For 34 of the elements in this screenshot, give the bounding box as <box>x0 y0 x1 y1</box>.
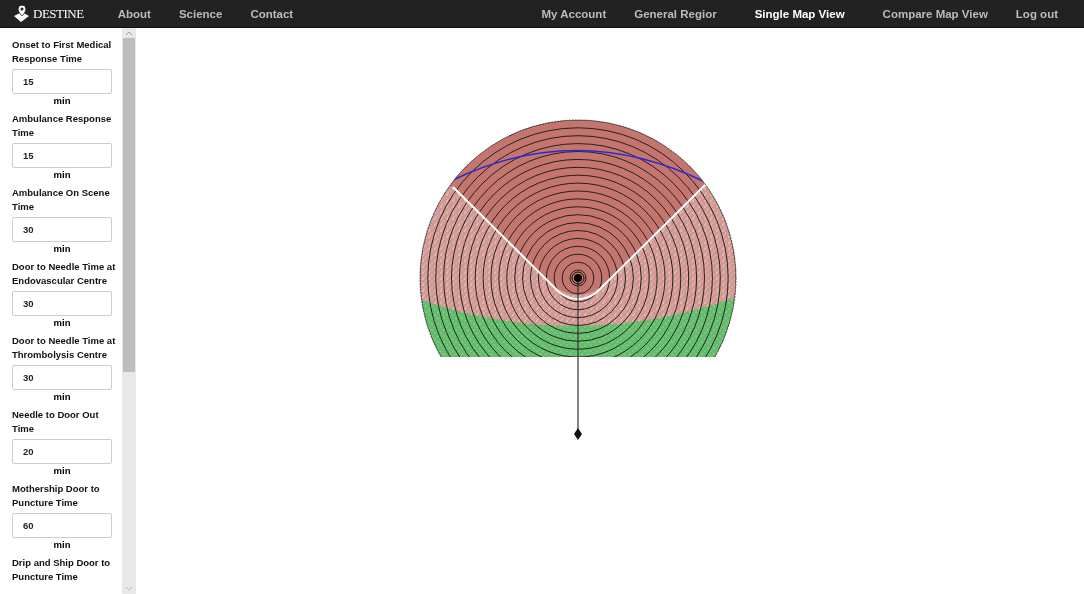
input-field[interactable]: 30 <box>12 365 112 390</box>
unit-label: min <box>52 168 72 182</box>
input-field[interactable]: 60 <box>12 513 112 538</box>
nav-link[interactable]: Single Map View <box>730 7 869 20</box>
input-field[interactable]: 30 <box>12 217 112 242</box>
field-label: Needle to Door Out Time <box>12 408 100 436</box>
unit-label: min <box>52 242 72 256</box>
unit-label: min <box>52 390 72 404</box>
unit-label: min <box>52 316 72 330</box>
field-label: Door to Needle Time at Endovascular Centre <box>12 260 117 288</box>
nav-link[interactable]: About <box>103 7 165 20</box>
nav-link[interactable]: My Account <box>527 7 621 20</box>
field-label: Mothership Door to Puncture Time <box>12 482 101 510</box>
input-field[interactable]: 15 <box>12 69 112 94</box>
nav-link[interactable]: Contact <box>236 7 308 20</box>
field-label: Drip and Ship Door to Puncture Time <box>12 556 112 584</box>
nav-link[interactable]: Compare Map View <box>868 7 1002 20</box>
field-label: Onset to First Medical Response Time <box>12 38 113 66</box>
scroll-up-icon[interactable] <box>125 30 133 36</box>
scroll-down-icon[interactable] <box>125 586 133 592</box>
unit-label: min <box>52 538 72 552</box>
input-field[interactable]: 30 <box>12 291 112 316</box>
input-field[interactable]: 20 <box>12 439 112 464</box>
field-label: Door to Needle Time at Thrombolysis Centre <box>12 334 117 362</box>
unit-label: min <box>52 94 72 108</box>
unit-label: min <box>52 464 72 478</box>
nav-link[interactable]: Science <box>164 7 237 20</box>
nav-link[interactable]: General Regior <box>620 7 731 20</box>
scrollbar[interactable] <box>122 28 136 594</box>
nav-link[interactable]: Log out <box>1001 7 1072 20</box>
brand-link[interactable]: DESTINE <box>33 5 84 22</box>
field-label: Ambulance Response Time <box>12 112 113 140</box>
input-field[interactable]: 15 <box>12 143 112 168</box>
field-label: Ambulance On Scene Time <box>12 186 111 214</box>
